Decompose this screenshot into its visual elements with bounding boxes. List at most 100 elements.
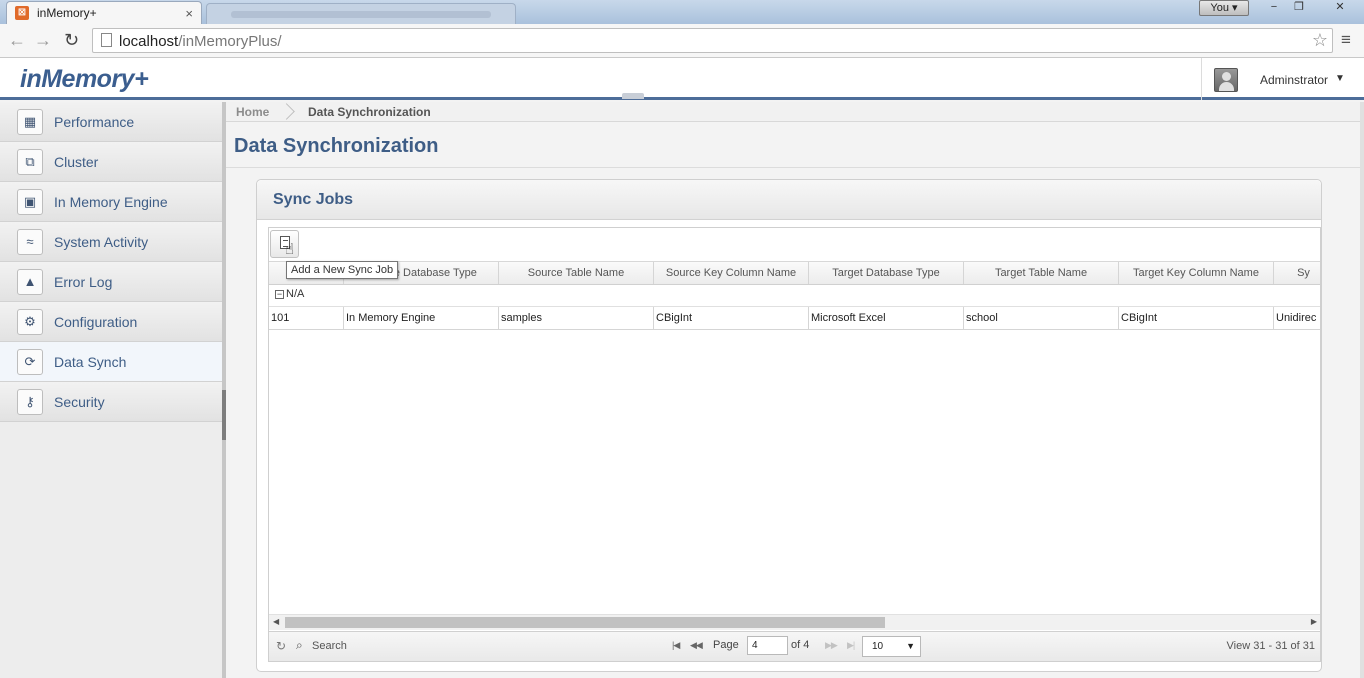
prev-page-icon[interactable]: ◀◀ — [690, 640, 703, 651]
sidebar-item-in-memory-engine[interactable]: ▣ In Memory Engine — [0, 182, 222, 222]
page-number-input[interactable]: 4 — [747, 636, 788, 655]
search-icon[interactable]: ⌕ — [296, 638, 303, 653]
reload-icon[interactable]: ↻ — [64, 30, 79, 51]
browser-tab-title: inMemory+ — [37, 6, 97, 20]
column-header[interactable]: Target Key Column Name — [1119, 262, 1274, 284]
bookmark-star-icon[interactable]: ☆ — [1312, 30, 1328, 51]
group-label: N/A — [286, 288, 305, 300]
scroll-right-icon[interactable]: ▶ — [1311, 617, 1317, 626]
add-sync-job-tooltip: Add a New Sync Job — [286, 261, 399, 279]
page-icon — [101, 33, 112, 47]
panel-title: Sync Jobs — [273, 191, 354, 208]
sidebar-item-performance[interactable]: ▦ Performance — [0, 102, 222, 142]
app-header: inMemory+ Adminstrator ▼ — [0, 58, 1364, 100]
browser-tabstrip: ⊠ inMemory+ × You ▾ − ❐ ✕ — [0, 0, 1364, 24]
hand-cursor-icon: ☝ — [285, 241, 295, 258]
table-row[interactable]: 101 In Memory Engine samples CBigInt Microso… — [269, 307, 1320, 330]
sidebar-item-label: Error Log — [54, 273, 113, 290]
table-cell: CBigInt — [1119, 307, 1274, 329]
address-bar[interactable]: localhost/inMemoryPlus/ ☆ — [92, 28, 1333, 53]
app-logo[interactable]: inMemory+ — [20, 65, 149, 94]
page-scrollbar[interactable] — [1360, 102, 1364, 678]
window-minimize-button[interactable]: − — [1262, 0, 1286, 16]
grid-horizontal-scrollbar[interactable]: ◀ ▶ — [269, 614, 1320, 630]
caret-down-icon[interactable]: ▼ — [1335, 73, 1345, 84]
dashboard-icon: ▦ — [17, 108, 43, 135]
cluster-icon: ⧉ — [17, 148, 43, 175]
page-label: Page — [713, 639, 739, 651]
sync-jobs-grid: ☝ Source Database Type Source Table Name S… — [268, 227, 1321, 662]
table-cell: school — [964, 307, 1119, 329]
key-icon: ⚷ — [17, 388, 43, 415]
table-cell: CBigInt — [654, 307, 809, 329]
sidebar-item-security[interactable]: ⚷ Security — [0, 382, 222, 422]
window-restore-button[interactable]: ❐ — [1287, 0, 1311, 16]
sidebar-item-system-activity[interactable]: ≈ System Activity — [0, 222, 222, 262]
column-header[interactable]: Source Key Column Name — [654, 262, 809, 284]
sync-icon: ⟳ — [17, 348, 43, 375]
breadcrumb: Home Data Synchronization — [226, 102, 1360, 122]
sidebar-item-data-synch[interactable]: ⟳ Data Synch — [0, 342, 222, 382]
breadcrumb-home-link[interactable]: Home — [236, 105, 269, 119]
sidebar-scrollbar[interactable] — [222, 102, 226, 678]
column-header[interactable]: Source Table Name — [499, 262, 654, 284]
forward-arrow-icon[interactable]: → — [34, 30, 52, 51]
sidebar-item-cluster[interactable]: ⧉ Cluster — [0, 142, 222, 182]
url-text: localhost/inMemoryPlus/ — [119, 33, 282, 50]
scrollbar-thumb[interactable] — [285, 617, 885, 628]
avatar — [1214, 68, 1238, 92]
window-user-badge[interactable]: You ▾ — [1199, 0, 1249, 16]
sidebar-item-label: Data Synch — [54, 353, 127, 370]
chip-icon: ▣ — [17, 188, 43, 215]
rows-per-page-select[interactable]: 10 ▼ — [862, 636, 921, 657]
user-name[interactable]: Adminstrator — [1260, 73, 1328, 87]
group-row[interactable]: − N/A — [269, 285, 1320, 307]
sidebar-item-label: Performance — [54, 113, 135, 130]
sidebar-item-label: Configuration — [54, 313, 138, 330]
page-title: Data Synchronization — [234, 135, 439, 157]
browser-tab-inactive[interactable] — [206, 3, 516, 24]
app-favicon-icon: ⊠ — [15, 6, 29, 20]
table-cell: Unidirec — [1274, 307, 1320, 329]
grid-header-row: Source Database Type Source Table Name Sou… — [269, 261, 1320, 285]
last-page-icon[interactable]: ▶| — [847, 640, 855, 651]
sidebar-item-label: In Memory Engine — [54, 193, 168, 210]
table-cell: samples — [499, 307, 654, 329]
table-cell: Microsoft Excel — [809, 307, 964, 329]
window-close-button[interactable]: ✕ — [1320, 0, 1360, 16]
next-page-icon[interactable]: ▶▶ — [825, 640, 838, 651]
tab-close-icon[interactable]: × — [185, 6, 193, 21]
sidebar-item-label: Cluster — [54, 153, 99, 170]
refresh-icon[interactable]: ↻ — [276, 639, 286, 653]
warning-icon: ▲ — [17, 268, 43, 295]
sidebar-item-label: Security — [54, 393, 105, 410]
collapse-group-icon[interactable]: − — [275, 290, 284, 299]
header-collapse-handle[interactable] — [622, 93, 644, 99]
activity-icon: ≈ — [17, 228, 43, 255]
sync-jobs-panel: Sync Jobs ☝ Source Database Type Source T… — [256, 179, 1322, 672]
dropdown-caret-icon: ▼ — [906, 641, 915, 651]
add-sync-job-button[interactable]: ☝ — [270, 230, 299, 258]
sidebar-item-label: System Activity — [54, 233, 149, 250]
search-button[interactable]: Search — [312, 640, 347, 652]
browser-menu-icon[interactable]: ≡ — [1341, 30, 1351, 50]
table-cell: 101 — [269, 307, 344, 329]
records-view-text: View 31 - 31 of 31 — [1226, 640, 1315, 652]
page-count-label: of 4 — [791, 639, 810, 651]
column-header[interactable]: Target Database Type — [809, 262, 964, 284]
sidebar-item-error-log[interactable]: ▲ Error Log — [0, 262, 222, 302]
back-arrow-icon[interactable]: ← — [8, 30, 26, 51]
scroll-left-icon[interactable]: ◀ — [273, 617, 279, 626]
column-header[interactable]: Sy — [1274, 262, 1320, 284]
breadcrumb-separator-icon — [280, 102, 292, 122]
browser-tab-active[interactable]: ⊠ inMemory+ × — [6, 1, 202, 24]
gear-icon: ⚙ — [17, 308, 43, 335]
title-divider — [226, 167, 1360, 168]
sidebar: ▦ Performance ⧉ Cluster ▣ In Memory Engine ≈ Sy… — [0, 102, 222, 678]
grid-pager: ↻ ⌕ Search |◀ ◀◀ Page 4 of 4 ▶▶ ▶| 10 ▼ … — [269, 631, 1320, 661]
browser-toolbar: ← → ↻ localhost/inMemoryPlus/ ☆ ≡ — [0, 24, 1364, 58]
sidebar-item-configuration[interactable]: ⚙ Configuration — [0, 302, 222, 342]
first-page-icon[interactable]: |◀ — [672, 640, 680, 651]
user-menu[interactable]: Adminstrator ▼ — [1201, 58, 1364, 100]
column-header[interactable]: Target Table Name — [964, 262, 1119, 284]
